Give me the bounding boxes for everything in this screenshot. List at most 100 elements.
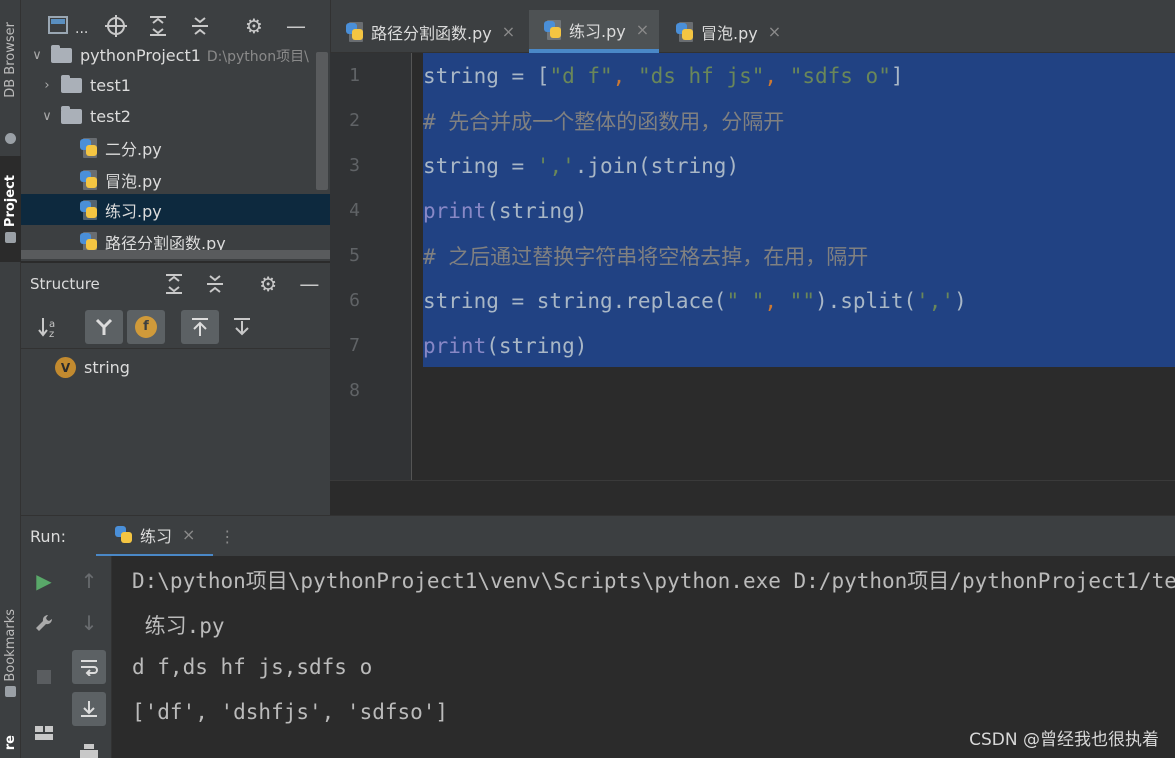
tab-practice[interactable]: 练习.py × bbox=[529, 10, 660, 53]
structure-header: Structure ⚙ — bbox=[21, 263, 330, 305]
vertical-scrollbar[interactable] bbox=[316, 52, 328, 190]
python-icon bbox=[114, 525, 134, 545]
watermark: CSDN @曾经我也很执着 bbox=[969, 730, 1159, 750]
soft-wrap-icon[interactable] bbox=[72, 650, 106, 684]
structure-side-tab[interactable]: re bbox=[0, 728, 21, 758]
tree-item-file[interactable]: 冒泡.py bbox=[21, 164, 330, 195]
folder-icon bbox=[61, 106, 82, 124]
horizontal-scrollbar[interactable] bbox=[21, 250, 330, 259]
project-path: D:\python项目\ bbox=[206, 48, 309, 65]
tree-item-label: 练习.py bbox=[105, 201, 162, 221]
gear-icon[interactable]: ⚙ bbox=[233, 10, 275, 42]
layout-icon[interactable] bbox=[27, 716, 61, 750]
project-tab-label: Project bbox=[3, 175, 18, 228]
structure-toolbar: az f bbox=[21, 305, 330, 349]
bookmarks-label: Bookmarks bbox=[3, 609, 18, 682]
print-icon[interactable] bbox=[72, 734, 106, 758]
tree-item-label: 冒泡.py bbox=[105, 171, 162, 191]
code-line: print (string) bbox=[423, 333, 588, 358]
arrow-down-icon[interactable]: ↓ bbox=[72, 606, 106, 640]
run-icon[interactable]: ▶ bbox=[27, 564, 61, 598]
line-number: 7 bbox=[349, 335, 360, 356]
project-tab[interactable]: Project bbox=[0, 156, 21, 262]
python-file-icon bbox=[675, 21, 695, 42]
close-icon[interactable]: × bbox=[636, 20, 649, 39]
svg-text:z: z bbox=[49, 329, 54, 338]
python-file-icon bbox=[345, 21, 365, 42]
chevron-right-icon: › bbox=[44, 78, 50, 93]
line-number: 6 bbox=[349, 290, 360, 311]
show-inherited-icon[interactable] bbox=[85, 309, 123, 344]
tab-path-split[interactable]: 路径分割函数.py × bbox=[331, 10, 525, 53]
close-icon[interactable]: × bbox=[182, 525, 195, 544]
navigate-down-icon[interactable] bbox=[223, 310, 261, 344]
tree-item-label: test1 bbox=[90, 76, 131, 95]
expand-all-icon[interactable] bbox=[153, 268, 194, 300]
line-number: 1 bbox=[349, 65, 360, 86]
db-browser-tab[interactable]: DB Browser bbox=[0, 0, 21, 120]
tree-item-label: test2 bbox=[90, 107, 131, 126]
line-number: 2 bbox=[349, 110, 360, 131]
panel-icon[interactable]: ... bbox=[39, 10, 95, 42]
collapse-all-icon[interactable] bbox=[195, 268, 236, 300]
console-line: 练习.py bbox=[132, 614, 225, 638]
structure-panel: Structure ⚙ — az f V string bbox=[21, 262, 330, 515]
chevron-down-icon: ∨ bbox=[42, 109, 52, 124]
tree-item-label: 二分.py bbox=[105, 139, 162, 159]
navigate-up-icon[interactable] bbox=[181, 309, 219, 344]
tree-item-test1[interactable]: › test1 bbox=[21, 70, 330, 101]
structure-item-label: string bbox=[84, 358, 130, 377]
bookmarks-tab[interactable]: Bookmarks bbox=[0, 590, 21, 716]
close-icon[interactable]: × bbox=[502, 22, 515, 41]
expand-all-icon[interactable] bbox=[137, 10, 179, 42]
tree-item-test2[interactable]: ∨ test2 bbox=[21, 101, 330, 132]
tree-item-label: pythonProject1 bbox=[80, 46, 201, 65]
db-browser-label: DB Browser bbox=[3, 22, 18, 98]
run-toolbar-right: ↑ ↓ bbox=[67, 556, 112, 758]
minimize-icon[interactable]: — bbox=[275, 10, 317, 42]
python-file-icon bbox=[79, 231, 99, 252]
show-fields-icon[interactable]: f bbox=[127, 309, 165, 344]
code-comment: # 先合并成一个整体的函数用，分隔开 bbox=[423, 109, 785, 134]
run-toolbar-left: ▶ bbox=[21, 556, 67, 758]
tab-label: 练习.py bbox=[569, 21, 626, 41]
line-number: 8 bbox=[349, 380, 360, 401]
sort-alpha-icon[interactable]: az bbox=[31, 310, 69, 344]
close-icon[interactable]: × bbox=[768, 22, 781, 41]
more-options-icon[interactable]: ⋮ bbox=[219, 527, 235, 546]
db-icon bbox=[0, 128, 21, 144]
code-line: print (string) bbox=[423, 198, 588, 223]
collapse-all-icon[interactable] bbox=[179, 10, 221, 42]
code-editor[interactable]: 1 2 3 4 5 6 7 8 string = ["d f", "ds hf … bbox=[330, 53, 1175, 480]
editor-breadcrumb-bar bbox=[330, 480, 1175, 515]
tree-item-project-root[interactable]: ∨ pythonProject1 D:\python项目\ bbox=[21, 40, 330, 71]
code-line: string = ',' .join(string) bbox=[423, 153, 740, 178]
python-file-icon bbox=[79, 137, 99, 158]
line-gutter: 1 2 3 4 5 6 7 8 bbox=[330, 53, 412, 480]
scroll-to-end-icon[interactable] bbox=[72, 692, 106, 726]
variable-icon: V bbox=[55, 357, 76, 378]
line-number: 5 bbox=[349, 245, 360, 266]
console-line: ['df', 'dshfjs', 'sdfso'] bbox=[132, 700, 449, 724]
line-number: 4 bbox=[349, 200, 360, 221]
tab-bubble[interactable]: 冒泡.py × bbox=[661, 10, 791, 53]
tree-item-file[interactable]: 二分.py bbox=[21, 132, 330, 163]
target-icon[interactable] bbox=[95, 10, 137, 42]
structure-item-variable[interactable]: V string bbox=[55, 357, 130, 378]
folder-icon bbox=[5, 231, 16, 243]
project-panel: ... ⚙ — ∨ pythonProject1 D:\python项目\ › … bbox=[21, 0, 330, 261]
run-console[interactable]: D:\python项目\pythonProject1\venv\Scripts\… bbox=[112, 556, 1175, 758]
code-comment: # 之后通过替换字符串将空格去掉，在用，隔开 bbox=[423, 244, 869, 269]
python-file-icon bbox=[79, 199, 99, 220]
structure-side-label: re bbox=[3, 735, 18, 751]
arrow-up-icon[interactable]: ↑ bbox=[72, 564, 106, 598]
run-tab-practice[interactable]: 练习 × bbox=[96, 516, 214, 557]
tree-item-file-selected[interactable]: 练习.py bbox=[21, 194, 330, 225]
tab-label: 冒泡.py bbox=[701, 23, 758, 43]
structure-title: Structure bbox=[30, 275, 100, 293]
stop-icon[interactable] bbox=[27, 660, 61, 694]
gear-icon[interactable]: ⚙ bbox=[248, 268, 289, 300]
minimize-icon[interactable]: — bbox=[289, 268, 330, 300]
tab-label: 路径分割函数.py bbox=[371, 23, 492, 43]
wrench-icon[interactable] bbox=[27, 606, 61, 640]
